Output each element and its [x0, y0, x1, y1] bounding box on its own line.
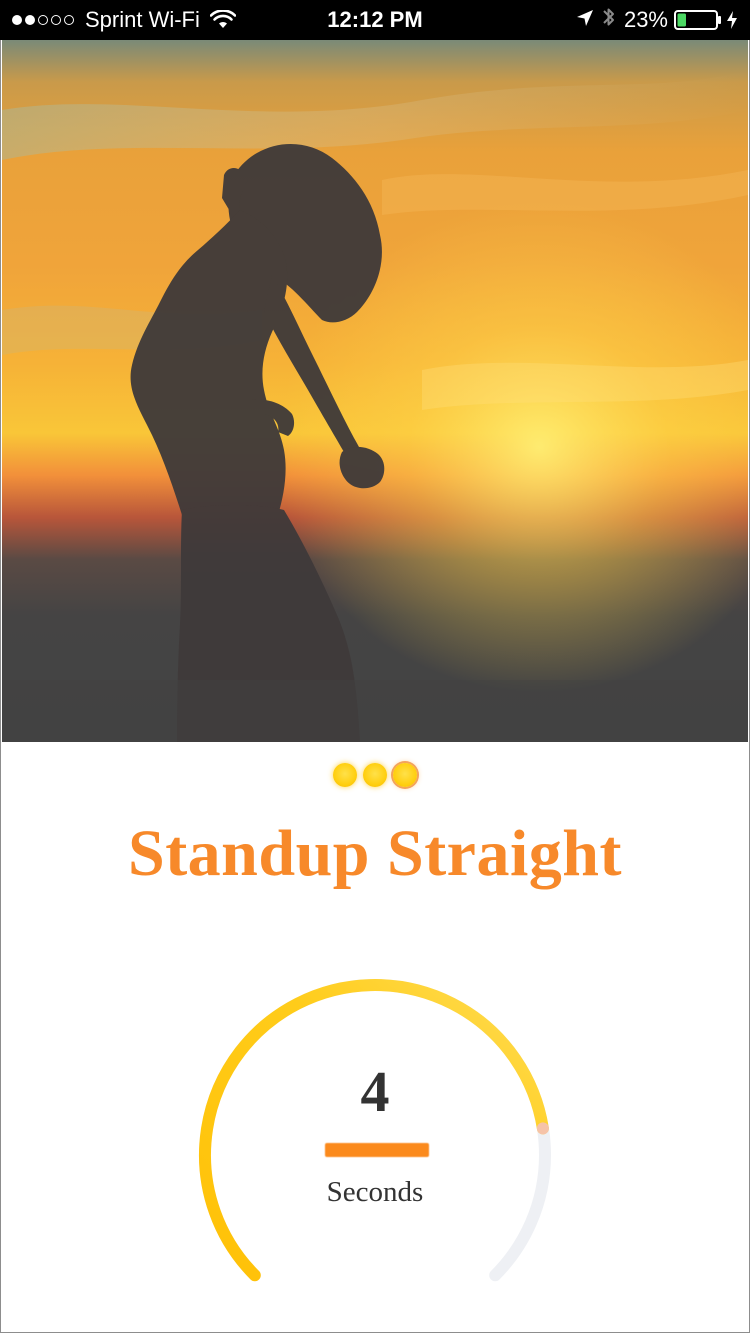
hero-image	[2, 40, 748, 742]
page-dot-2[interactable]	[363, 763, 387, 787]
status-bar: Sprint Wi-Fi 12:12 PM 23%	[0, 0, 750, 40]
bluetooth-icon	[602, 5, 616, 35]
page-dot-1[interactable]	[333, 763, 357, 787]
status-bar-right: 23%	[568, 0, 738, 40]
charging-bolt-icon	[726, 10, 738, 30]
timer-value: 4	[360, 1059, 390, 1124]
page-indicator	[0, 760, 750, 790]
timer-gauge	[190, 970, 560, 1290]
location-arrow-icon	[576, 7, 594, 33]
exercise-title: Standup Straight	[127, 817, 622, 890]
battery-percentage: 23%	[623, 7, 668, 32]
timer-progress-ring	[199, 979, 551, 1282]
sunset-silhouette-illustration	[2, 40, 748, 742]
page-dot-3-active[interactable]	[393, 763, 417, 787]
timer-underline	[325, 1143, 429, 1157]
timer-unit-label: Seconds	[326, 1176, 424, 1208]
battery-level-fill	[677, 13, 686, 27]
timer-progress-arc	[199, 979, 549, 1282]
battery-icon	[674, 10, 722, 30]
